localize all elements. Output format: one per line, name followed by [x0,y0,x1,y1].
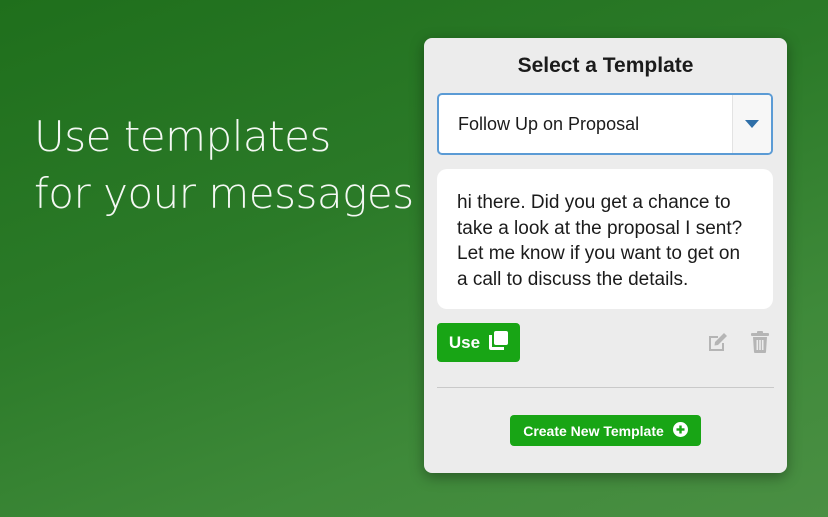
template-select[interactable]: Follow Up on Proposal [437,93,773,155]
use-button-label: Use [448,332,481,352]
use-template-button[interactable]: Use [437,323,520,362]
create-new-template-button[interactable]: Create New Template [510,415,701,446]
template-panel: Select a Template Follow Up on Proposal … [424,38,787,473]
create-button-label: Create New Template [523,422,664,439]
edit-icon[interactable] [707,331,729,353]
trash-icon[interactable] [751,331,769,353]
template-select-value: Follow Up on Proposal [458,113,640,134]
headline: Use templates for your messages [34,108,414,222]
headline-line-2: for your messages [34,169,414,218]
headline-line-1: Use templates [34,112,331,161]
copy-icon [489,330,509,355]
template-message-preview: hi there. Did you get a chance to take a… [437,169,773,309]
divider [437,387,774,388]
caret-down-icon[interactable] [732,95,771,153]
plus-circle-icon [672,421,688,440]
panel-title: Select a Template [517,54,694,77]
